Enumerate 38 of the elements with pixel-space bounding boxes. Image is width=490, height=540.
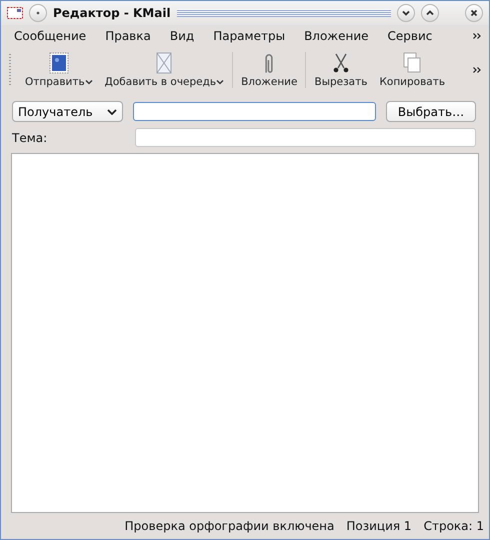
toolbar-button[interactable]: Вложение (235, 52, 304, 88)
close-icon (469, 8, 479, 18)
mail-icon (7, 7, 23, 19)
status-text: Строка: 1 (424, 519, 484, 533)
envelope-icon (154, 52, 174, 74)
subject-label: Тема: (12, 130, 48, 144)
more-icon[interactable] (473, 33, 481, 39)
window-title: Редактор - KMail (53, 6, 171, 20)
message-body-field[interactable] (11, 153, 479, 513)
menu-item[interactable]: Параметры (213, 29, 286, 43)
toolbar-button[interactable]: Вырезать (308, 52, 374, 88)
caret-icon (107, 108, 117, 114)
stamp-icon (48, 52, 69, 74)
recipient-type-dropdown[interactable]: Получатель (12, 101, 123, 122)
toolbar-button[interactable]: Добавить в очередь (98, 52, 230, 88)
status-text: Проверка орфографии включена (124, 519, 334, 533)
menu-item[interactable]: Сервис (388, 29, 432, 43)
caret-icon (216, 79, 224, 85)
maximize-button[interactable] (421, 4, 439, 22)
select-button[interactable]: Выбрать… (386, 101, 476, 122)
status-text: Позиция 1 (346, 519, 412, 533)
scissors-icon (330, 52, 351, 74)
copy-icon (402, 52, 422, 74)
menu-item[interactable]: Вложение (304, 29, 369, 43)
menu-item[interactable]: Сообщение (14, 29, 86, 43)
paperclip-icon (265, 52, 274, 74)
more-icon[interactable] (473, 67, 481, 73)
menu-item[interactable]: Вид (170, 29, 194, 43)
menu-item[interactable]: Правка (105, 29, 151, 43)
caret-icon (84, 79, 93, 85)
toolbar-button[interactable]: Копировать (373, 52, 452, 88)
minimize-button[interactable] (397, 4, 415, 22)
recipient-field[interactable] (133, 102, 376, 121)
subject-field[interactable] (135, 128, 476, 147)
chevron-down-icon (401, 8, 411, 18)
chevron-up-icon (425, 8, 435, 18)
toolbar-button[interactable]: Отправить (19, 52, 99, 88)
close-button[interactable] (465, 4, 483, 22)
